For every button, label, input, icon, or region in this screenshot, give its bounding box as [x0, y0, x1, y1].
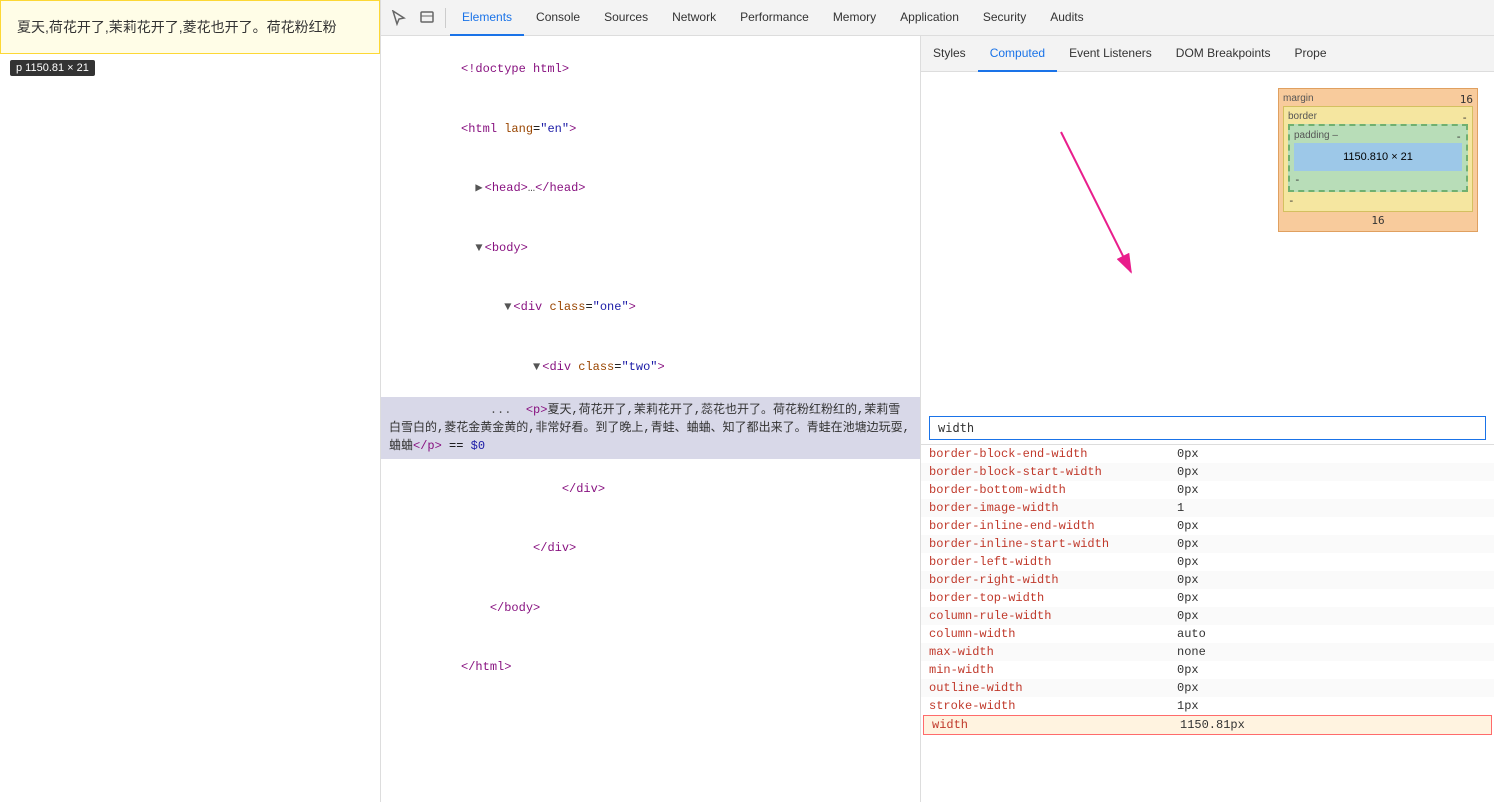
- property-value: 1150.81px: [1180, 718, 1245, 732]
- filter-input[interactable]: [929, 416, 1486, 440]
- box-margin: margin 16 border - p: [1278, 88, 1478, 232]
- property-value: auto: [1177, 627, 1206, 641]
- arrow-indicator: [921, 72, 1261, 412]
- webpage-content: 夏天,荷花开了,茉莉花开了,菱花也开了。荷花粉红粉: [0, 0, 380, 54]
- property-name: border-image-width: [929, 501, 1169, 515]
- property-name: border-inline-end-width: [929, 519, 1169, 533]
- styles-tabs: Styles Computed Event Listeners DOM Brea…: [921, 36, 1494, 72]
- property-value: 0px: [1177, 483, 1199, 497]
- tab-network[interactable]: Network: [660, 0, 728, 36]
- cursor-icon[interactable]: [387, 6, 411, 30]
- property-value: 0px: [1177, 555, 1199, 569]
- elements-content[interactable]: <!doctype html> <html lang="en"> ▶<head>…: [381, 36, 920, 802]
- property-name: border-left-width: [929, 555, 1169, 569]
- tab-console[interactable]: Console: [524, 0, 592, 36]
- html-line-doctype[interactable]: <!doctype html>: [381, 40, 920, 100]
- property-name: column-width: [929, 627, 1169, 641]
- element-tooltip: p 1150.81 × 21: [10, 60, 95, 76]
- property-name: outline-width: [929, 681, 1169, 695]
- html-line-close-html[interactable]: </html>: [381, 638, 920, 698]
- tab-sources[interactable]: Sources: [592, 0, 660, 36]
- inspect-icon[interactable]: [415, 6, 439, 30]
- property-name: border-bottom-width: [929, 483, 1169, 497]
- toolbar-divider: [445, 8, 446, 28]
- property-value: none: [1177, 645, 1206, 659]
- tab-application[interactable]: Application: [888, 0, 971, 36]
- box-border: border - padding – -: [1283, 106, 1473, 212]
- tab-properties[interactable]: Prope: [1282, 36, 1338, 72]
- properties-list: border-block-end-width0pxborder-block-st…: [921, 445, 1494, 802]
- property-name: stroke-width: [929, 699, 1169, 713]
- property-row[interactable]: min-width 0px: [921, 661, 1494, 679]
- property-row[interactable]: border-block-end-width 0px: [921, 445, 1494, 463]
- property-row[interactable]: border-inline-end-width 0px: [921, 517, 1494, 535]
- html-line-body[interactable]: ▼<body>: [381, 219, 920, 279]
- html-line-close-div-one[interactable]: </div>: [381, 519, 920, 579]
- html-line-html[interactable]: <html lang="en">: [381, 100, 920, 160]
- tab-elements[interactable]: Elements: [450, 0, 524, 36]
- tab-audits[interactable]: Audits: [1038, 0, 1095, 36]
- property-name: border-block-end-width: [929, 447, 1169, 461]
- tab-performance[interactable]: Performance: [728, 0, 821, 36]
- html-line-div-one[interactable]: ▼<div class="one">: [381, 278, 920, 338]
- property-row[interactable]: border-image-width 1: [921, 499, 1494, 517]
- property-name: border-block-start-width: [929, 465, 1169, 479]
- property-value: 0px: [1177, 591, 1199, 605]
- webpage-area: 夏天,荷花开了,茉莉花开了,菱花也开了。荷花粉红粉 p 1150.81 × 21: [0, 0, 380, 802]
- tab-dom-breakpoints[interactable]: DOM Breakpoints: [1164, 36, 1283, 72]
- styles-panel: Styles Computed Event Listeners DOM Brea…: [921, 36, 1494, 802]
- webpage-text: 夏天,荷花开了,茉莉花开了,菱花也开了。荷花粉红粉: [17, 19, 337, 35]
- property-name: column-rule-width: [929, 609, 1169, 623]
- tab-computed[interactable]: Computed: [978, 36, 1057, 72]
- property-name: border-top-width: [929, 591, 1169, 605]
- property-name: max-width: [929, 645, 1169, 659]
- property-value: 1: [1177, 501, 1184, 515]
- property-value: 0px: [1177, 537, 1199, 551]
- devtools-toolbar: Elements Console Sources Network Perform…: [381, 0, 1494, 36]
- box-model-diagram: margin 16 border - p: [1278, 88, 1478, 232]
- property-name: border-inline-start-width: [929, 537, 1169, 551]
- devtools-main: <!doctype html> <html lang="en"> ▶<head>…: [381, 36, 1494, 802]
- property-row[interactable]: border-right-width 0px: [921, 571, 1494, 589]
- property-value: 0px: [1177, 681, 1199, 695]
- property-name: width: [932, 718, 1172, 732]
- box-padding: padding – - 1150.810 × 21 -: [1288, 124, 1468, 192]
- tab-security[interactable]: Security: [971, 0, 1038, 36]
- property-row[interactable]: column-rule-width 0px: [921, 607, 1494, 625]
- property-value: 0px: [1177, 609, 1199, 623]
- box-content: 1150.810 × 21: [1294, 143, 1462, 171]
- property-row[interactable]: outline-width 0px: [921, 679, 1494, 697]
- property-row[interactable]: border-top-width 0px: [921, 589, 1494, 607]
- devtools-panel: Elements Console Sources Network Perform…: [380, 0, 1494, 802]
- html-line-close-div-two[interactable]: </div>: [381, 459, 920, 519]
- property-row[interactable]: border-bottom-width 0px: [921, 481, 1494, 499]
- html-line-div-two[interactable]: ▼<div class="two">: [381, 338, 920, 398]
- property-value: 0px: [1177, 663, 1199, 677]
- property-value: 0px: [1177, 519, 1199, 533]
- html-line-close-body[interactable]: </body>: [381, 579, 920, 639]
- tab-event-listeners[interactable]: Event Listeners: [1057, 36, 1164, 72]
- property-value: 1px: [1177, 699, 1199, 713]
- property-name: min-width: [929, 663, 1169, 677]
- property-row[interactable]: width 1150.81px: [923, 715, 1492, 735]
- property-row[interactable]: border-block-start-width 0px: [921, 463, 1494, 481]
- property-value: 0px: [1177, 465, 1199, 479]
- filter-area: [921, 412, 1494, 445]
- html-line-p[interactable]: ... <p>夏天,荷花开了,茉莉花开了,蕊花也开了。荷花粉红粉红的,茉莉雪白雪…: [381, 397, 920, 459]
- property-row[interactable]: border-left-width 0px: [921, 553, 1494, 571]
- html-line-head[interactable]: ▶<head>…</head>: [381, 159, 920, 219]
- property-row[interactable]: column-width auto: [921, 625, 1494, 643]
- property-row[interactable]: border-inline-start-width 0px: [921, 535, 1494, 553]
- elements-panel: <!doctype html> <html lang="en"> ▶<head>…: [381, 36, 921, 802]
- tab-styles[interactable]: Styles: [921, 36, 978, 72]
- box-model-area: margin 16 border - p: [921, 72, 1494, 412]
- property-name: border-right-width: [929, 573, 1169, 587]
- property-row[interactable]: max-width none: [921, 643, 1494, 661]
- property-value: 0px: [1177, 573, 1199, 587]
- property-row[interactable]: stroke-width 1px: [921, 697, 1494, 715]
- property-value: 0px: [1177, 447, 1199, 461]
- tab-memory[interactable]: Memory: [821, 0, 888, 36]
